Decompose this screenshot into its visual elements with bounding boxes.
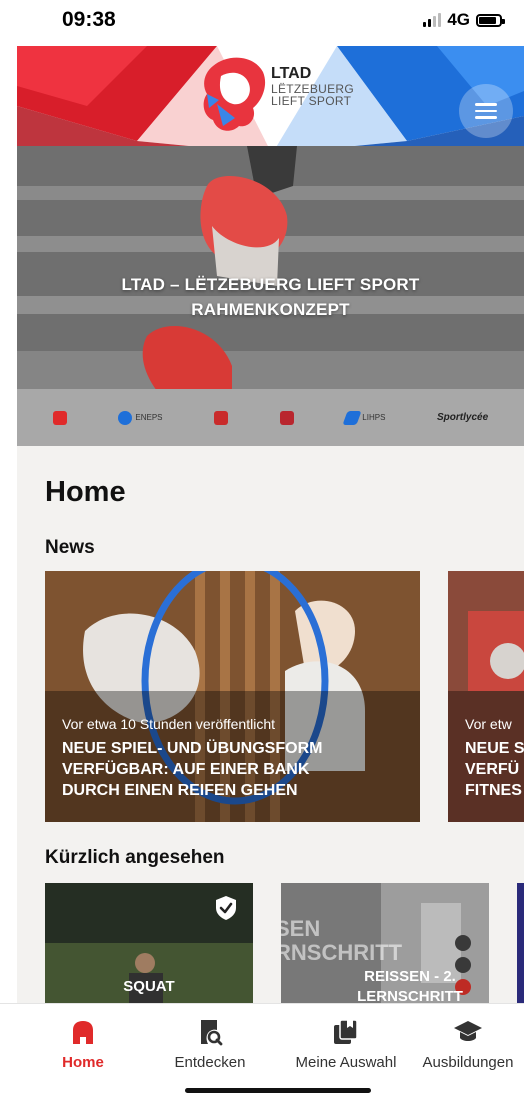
status-time: 09:38 <box>62 8 116 31</box>
tab-entdecken-label: Entdecken <box>174 1054 246 1071</box>
recent-card-squat[interactable]: SQUAT <box>45 883 253 1006</box>
recent-card-background-text-line: RNSCHRITT <box>281 940 403 965</box>
eneps-icon <box>118 410 133 425</box>
battery-level <box>479 16 496 24</box>
news-card-title: NEUE S VERFÜ FITNES <box>465 738 524 801</box>
tab-ausbildungen[interactable]: Ausbildungen <box>414 1018 522 1071</box>
news-card-title-line: DURCH EINEN REIFEN GEHEN <box>62 782 298 799</box>
network-type: 4G <box>447 10 470 29</box>
graduation-cap-icon <box>454 1021 482 1041</box>
news-card-title-line: NEUE SPIEL- UND ÜBUNGSFORM <box>62 740 323 757</box>
news-card-title-line: NEUE S <box>465 740 524 757</box>
team-lion-icon <box>279 410 294 425</box>
my-selection-icon <box>334 1019 358 1044</box>
recent-card-partial[interactable] <box>517 883 524 1006</box>
home-indicator <box>185 1088 371 1093</box>
partner-sportlycee-logo: Sportlycée <box>437 412 488 423</box>
tab-meine-auswahl-label: Meine Auswahl <box>295 1054 397 1071</box>
logo-line-2: LIEFT SPORT <box>271 94 352 109</box>
tab-home-label: Home <box>62 1054 104 1071</box>
logo-title: LTAD <box>271 65 312 82</box>
logo-text: LTAD LËTZEBUERG LIEFT SPORT <box>271 65 354 109</box>
menu-button[interactable] <box>459 84 513 138</box>
recent-card-title: SQUAT <box>123 978 175 995</box>
news-card-title-line: VERFÜ <box>465 761 520 778</box>
news-card-timestamp: Vor etw <box>465 716 512 732</box>
news-heading: News <box>45 537 95 558</box>
hamburger-menu-icon <box>475 103 497 106</box>
tab-entdecken[interactable]: Entdecken <box>160 1018 260 1071</box>
hero-image <box>17 146 524 391</box>
recent-card-background-text-line: SEN <box>281 916 321 941</box>
partner-ministry-logo <box>52 410 67 425</box>
home-icon <box>73 1021 93 1044</box>
news-card[interactable]: Vor etw NEUE S VERFÜ FITNES <box>448 571 524 822</box>
recent-card-background-text: SEN RNSCHRITT <box>281 917 402 965</box>
partner-lihps-label: LIHPS <box>362 413 386 422</box>
news-card-title-line: FITNES <box>465 782 522 799</box>
app-header: LTAD LËTZEBUERG LIEFT SPORT <box>17 46 524 156</box>
news-card-title-line: VERFÜGBAR: AUF EINER BANK <box>62 761 310 778</box>
olympic-rings-icon <box>214 410 229 425</box>
partner-sportlycee-label: Sportlycée <box>437 412 489 423</box>
status-bar: 09:38 4G <box>0 0 524 40</box>
recently-viewed-heading: Kürzlich angesehen <box>45 847 225 868</box>
lion-crest-icon <box>52 410 67 425</box>
page-title: Home <box>45 476 126 508</box>
partner-cosl-logo <box>214 410 229 425</box>
recent-card-title: REISSEN - 2. LERNSCHRITT <box>321 967 489 1006</box>
partner-eneps-label: ENEPS <box>135 413 163 422</box>
hero-title-line-1: LTAD – LËTZEBUERG LIEFT SPORT <box>121 275 420 294</box>
partner-logos: ENEPS LIHPS Sportlycée <box>17 389 524 446</box>
hero-banner[interactable]: LTAD – LËTZEBUERG LIEFT SPORT RAHMENKONZ… <box>17 146 524 391</box>
status-indicators: 4G <box>423 10 505 30</box>
hero-title-line-2: RAHMENKONZEPT <box>191 300 350 319</box>
recent-card-title-line: REISSEN - 2. <box>364 968 456 985</box>
tab-ausbildungen-label: Ausbildungen <box>422 1054 514 1071</box>
news-card-title: NEUE SPIEL- UND ÜBUNGSFORM VERFÜGBAR: AU… <box>62 738 410 801</box>
news-card-timestamp: Vor etwa 10 Stunden veröffentlicht <box>62 716 275 732</box>
lion-logo-icon <box>203 57 266 131</box>
partner-eneps-logo: ENEPS <box>118 410 163 425</box>
recent-card-reissen[interactable]: SEN RNSCHRITT REISSEN - 2. LERNSCHRITT <box>281 883 489 1006</box>
news-card[interactable]: Vor etwa 10 Stunden veröffentlicht NEUE … <box>45 571 420 822</box>
lihps-icon <box>342 410 362 425</box>
discover-book-icon <box>201 1020 223 1046</box>
bookmark-check-icon[interactable] <box>213 895 239 921</box>
partner-team-luxembourg-logo <box>279 410 294 425</box>
partner-lihps-logo: LIHPS <box>342 410 386 425</box>
battery-icon <box>476 13 505 27</box>
app-content: LTAD LËTZEBUERG LIEFT SPORT LTAD – LËTZE… <box>17 46 524 1006</box>
signal-icon <box>423 13 442 27</box>
tab-home[interactable]: Home <box>42 1018 124 1071</box>
hero-title: LTAD – LËTZEBUERG LIEFT SPORT RAHMENKONZ… <box>17 272 524 322</box>
tab-meine-auswahl[interactable]: Meine Auswahl <box>281 1018 411 1071</box>
